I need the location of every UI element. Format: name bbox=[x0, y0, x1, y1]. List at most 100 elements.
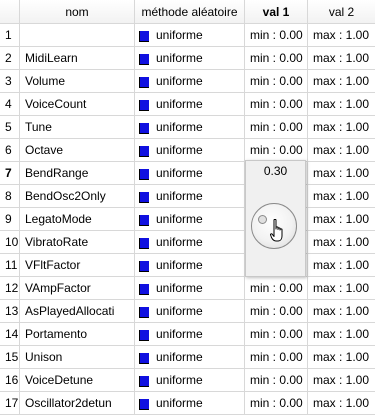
val2-cell[interactable]: max : 1.00 bbox=[308, 392, 375, 415]
val2-cell[interactable]: max : 1.00 bbox=[308, 139, 375, 162]
method-label: uniforme bbox=[156, 281, 203, 295]
blue-square-icon bbox=[139, 53, 149, 65]
val2-cell[interactable]: max : 1.00 bbox=[308, 208, 375, 231]
method-cell[interactable]: uniforme bbox=[135, 346, 245, 369]
val1-cell[interactable]: min : 0.00 bbox=[245, 346, 308, 369]
row-number: 4 bbox=[0, 93, 20, 116]
table-row[interactable]: 5 Tune uniforme min : 0.00 max : 1.00 bbox=[0, 116, 375, 139]
val1-cell[interactable]: min : 0.00 bbox=[245, 93, 308, 116]
val2-cell[interactable]: max : 1.00 bbox=[308, 277, 375, 300]
method-cell[interactable]: uniforme bbox=[135, 139, 245, 162]
method-cell[interactable]: uniforme bbox=[135, 323, 245, 346]
parameter-name[interactable]: BendRange bbox=[20, 162, 135, 185]
table-row[interactable]: 10 VibratoRate uniforme max : 1.00 bbox=[0, 231, 375, 254]
method-cell[interactable]: uniforme bbox=[135, 208, 245, 231]
table-row[interactable]: 7 BendRange uniforme max : 1.00 bbox=[0, 162, 375, 185]
val1-cell[interactable]: min : 0.00 bbox=[245, 392, 308, 415]
parameter-name[interactable]: Unison bbox=[20, 346, 135, 369]
blue-square-icon bbox=[139, 375, 149, 387]
parameter-name[interactable]: Oscillator2detun bbox=[20, 392, 135, 415]
parameter-name[interactable]: Octave bbox=[20, 139, 135, 162]
val2-cell[interactable]: max : 1.00 bbox=[308, 24, 375, 47]
method-label: uniforme bbox=[156, 166, 203, 180]
table-row[interactable]: 15 Unison uniforme min : 0.00 max : 1.00 bbox=[0, 346, 375, 369]
row-number: 3 bbox=[0, 70, 20, 93]
table-row[interactable]: 8 BendOsc2Only uniforme max : 1.00 bbox=[0, 185, 375, 208]
method-label: uniforme bbox=[156, 189, 203, 203]
val2-cell[interactable]: max : 1.00 bbox=[308, 70, 375, 93]
parameter-name[interactable]: VAmpFactor bbox=[20, 277, 135, 300]
val2-cell[interactable]: max : 1.00 bbox=[308, 231, 375, 254]
val2-cell[interactable]: max : 1.00 bbox=[308, 323, 375, 346]
val1-cell[interactable]: min : 0.00 bbox=[245, 47, 308, 70]
method-cell[interactable]: uniforme bbox=[135, 300, 245, 323]
val1-cell[interactable]: min : 0.00 bbox=[245, 300, 308, 323]
method-cell[interactable]: uniforme bbox=[135, 185, 245, 208]
val1-cell[interactable]: min : 0.00 bbox=[245, 24, 308, 47]
table-row[interactable]: 3 Volume uniforme min : 0.00 max : 1.00 bbox=[0, 70, 375, 93]
parameter-name[interactable]: Tune bbox=[20, 116, 135, 139]
table-row[interactable]: 4 VoiceCount uniforme min : 0.00 max : 1.00 bbox=[0, 93, 375, 116]
table-row[interactable]: 12 VAmpFactor uniforme min : 0.00 max : 1.00 bbox=[0, 277, 375, 300]
table-row[interactable]: 17 Oscillator2detun uniforme min : 0.00 max … bbox=[0, 392, 375, 415]
method-cell[interactable]: uniforme bbox=[135, 116, 245, 139]
method-cell[interactable]: uniforme bbox=[135, 369, 245, 392]
parameter-name[interactable] bbox=[20, 24, 135, 47]
method-label: uniforme bbox=[156, 304, 203, 318]
table-row[interactable]: 16 VoiceDetune uniforme min : 0.00 max : 1.0… bbox=[0, 369, 375, 392]
parameter-name[interactable]: MidiLearn bbox=[20, 47, 135, 70]
method-cell[interactable]: uniforme bbox=[135, 47, 245, 70]
blue-square-icon bbox=[139, 352, 149, 364]
parameter-name[interactable]: VFltFactor bbox=[20, 254, 135, 277]
row-number: 16 bbox=[0, 369, 20, 392]
header-val2[interactable]: val 2 bbox=[308, 0, 375, 23]
val2-cell[interactable]: max : 1.00 bbox=[308, 162, 375, 185]
table-row[interactable]: 2 MidiLearn uniforme min : 0.00 max : 1.00 bbox=[0, 47, 375, 70]
val2-cell[interactable]: max : 1.00 bbox=[308, 185, 375, 208]
table-row[interactable]: 1 uniforme min : 0.00 max : 1.00 bbox=[0, 24, 375, 47]
header-val1[interactable]: val 1 bbox=[245, 0, 308, 23]
parameter-name[interactable]: AsPlayedAllocati bbox=[20, 300, 135, 323]
blue-square-icon bbox=[139, 76, 149, 88]
method-cell[interactable]: uniforme bbox=[135, 70, 245, 93]
method-cell[interactable]: uniforme bbox=[135, 93, 245, 116]
val2-cell[interactable]: max : 1.00 bbox=[308, 369, 375, 392]
method-cell[interactable]: uniforme bbox=[135, 231, 245, 254]
parameter-name[interactable]: BendOsc2Only bbox=[20, 185, 135, 208]
val2-cell[interactable]: max : 1.00 bbox=[308, 346, 375, 369]
val1-cell[interactable]: min : 0.00 bbox=[245, 369, 308, 392]
val1-cell[interactable]: min : 0.00 bbox=[245, 139, 308, 162]
val2-cell[interactable]: max : 1.00 bbox=[308, 254, 375, 277]
method-cell[interactable]: uniforme bbox=[135, 162, 245, 185]
table-body: 1 uniforme min : 0.00 max : 1.00 2 MidiLearn u… bbox=[0, 24, 375, 415]
val2-cell[interactable]: max : 1.00 bbox=[308, 300, 375, 323]
parameter-name[interactable]: VoiceCount bbox=[20, 93, 135, 116]
table-row[interactable]: 14 Portamento uniforme min : 0.00 max : 1.00 bbox=[0, 323, 375, 346]
parameter-name[interactable]: VibratoRate bbox=[20, 231, 135, 254]
header-methode[interactable]: méthode aléatoire bbox=[135, 0, 245, 23]
method-cell[interactable]: uniforme bbox=[135, 392, 245, 415]
val1-cell[interactable]: min : 0.00 bbox=[245, 323, 308, 346]
parameter-name[interactable]: VoiceDetune bbox=[20, 369, 135, 392]
method-cell[interactable]: uniforme bbox=[135, 277, 245, 300]
table-row[interactable]: 11 VFltFactor uniforme max : 1.00 bbox=[0, 254, 375, 277]
blue-square-icon bbox=[139, 214, 149, 226]
parameter-name[interactable]: LegatoMode bbox=[20, 208, 135, 231]
table-row[interactable]: 13 AsPlayedAllocati uniforme min : 0.00 max … bbox=[0, 300, 375, 323]
header-num[interactable] bbox=[0, 0, 20, 23]
val1-cell[interactable]: min : 0.00 bbox=[245, 116, 308, 139]
row-number: 13 bbox=[0, 300, 20, 323]
table-row[interactable]: 6 Octave uniforme min : 0.00 max : 1.00 bbox=[0, 139, 375, 162]
parameter-name[interactable]: Portamento bbox=[20, 323, 135, 346]
table-row[interactable]: 9 LegatoMode uniforme max : 1.00 bbox=[0, 208, 375, 231]
method-cell[interactable]: uniforme bbox=[135, 24, 245, 47]
val2-cell[interactable]: max : 1.00 bbox=[308, 47, 375, 70]
method-cell[interactable]: uniforme bbox=[135, 254, 245, 277]
val1-cell[interactable]: min : 0.00 bbox=[245, 277, 308, 300]
val1-cell[interactable]: min : 0.00 bbox=[245, 70, 308, 93]
val2-cell[interactable]: max : 1.00 bbox=[308, 116, 375, 139]
val2-cell[interactable]: max : 1.00 bbox=[308, 93, 375, 116]
parameter-name[interactable]: Volume bbox=[20, 70, 135, 93]
header-nom[interactable]: nom bbox=[20, 0, 135, 23]
blue-square-icon bbox=[139, 99, 149, 111]
